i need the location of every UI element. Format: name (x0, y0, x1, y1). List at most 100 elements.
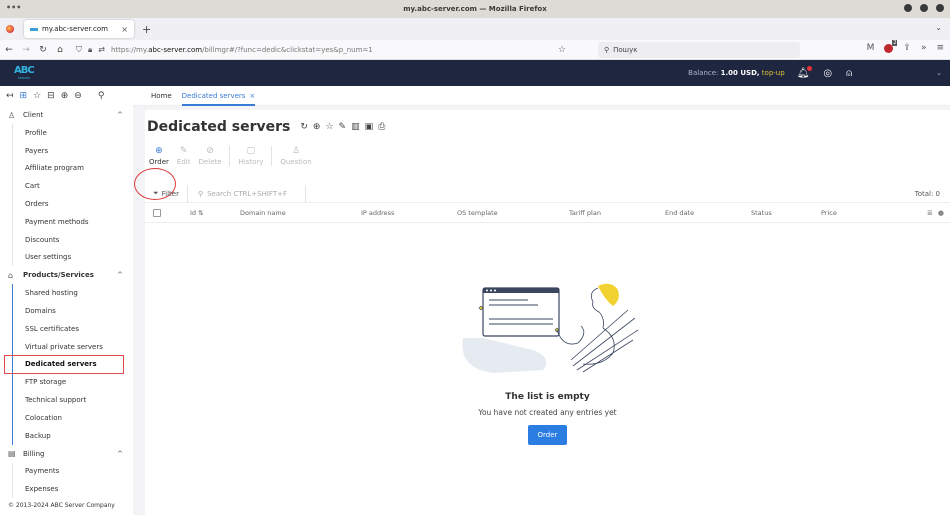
order-button[interactable]: ⊕ Order (145, 146, 173, 166)
tab-close-icon[interactable]: × (121, 25, 128, 34)
sidebar-item-payment-methods[interactable]: Payment methods (13, 213, 133, 231)
pin-icon[interactable]: ✎ (339, 122, 347, 132)
sidebar-item-shared-hosting[interactable]: Shared hosting (13, 284, 133, 302)
column-price[interactable]: Price (821, 209, 837, 217)
url-bar[interactable]: ⛉ 🔒︎ ⇄ https://my. abc-server.com/billmgr… (76, 42, 566, 58)
group-label: Products/Services (23, 271, 94, 280)
sidebar-item-cart[interactable]: Cart (13, 177, 133, 195)
filter-button[interactable]: ⏷ Filter (145, 184, 188, 203)
column-domain-name[interactable]: Domain name (240, 209, 286, 217)
columns-icon[interactable]: ▥ (351, 122, 360, 132)
briefcase-icon[interactable]: ⊟ (47, 91, 55, 101)
sidebar-search-icon[interactable]: ⚲ (98, 91, 105, 101)
collapse-all-icon[interactable]: ⊖ (74, 91, 82, 101)
table-search-input[interactable]: ⚲ Search CTRL+SHIFT+F (188, 184, 306, 203)
bell-icon[interactable]: 🔔︎ (797, 65, 813, 79)
sidebar-toolbar: ↤ ⊞ ☆ ⊟ ⊕ ⊖ ⚲ (0, 86, 133, 106)
gmail-icon[interactable]: M (867, 43, 875, 53)
search-placeholder: Search CTRL+SHIFT+F (207, 189, 288, 198)
sidebar-group-header[interactable]: ♙ Client ^ (0, 106, 133, 124)
back-icon[interactable]: ← (1, 45, 17, 55)
wallet-icon: ▤ (8, 449, 16, 459)
sidebar-item-virtual-private-servers[interactable]: Virtual private servers (13, 338, 133, 356)
close-window-button[interactable] (936, 4, 944, 12)
support-headset-icon[interactable]: ◎ (823, 68, 832, 79)
reload-icon[interactable]: ↻ (35, 45, 51, 55)
edit-button[interactable]: ✎ Edit (173, 146, 195, 166)
extension-icon[interactable] (884, 39, 898, 53)
breadcrumb-home[interactable]: Home (151, 92, 172, 100)
sidebar-item-backup[interactable]: Backup (13, 427, 133, 445)
sidebar-item-affiliate-program[interactable]: Affiliate program (13, 160, 133, 178)
header-right: Balance: 1.00 USD, top-up 🔔︎ ◎ ⍝ ⌄ (688, 60, 950, 86)
sidebar-group-client: ♙ Client ^ Profile Payers Affiliate prog… (0, 106, 133, 267)
column-end-date[interactable]: End date (665, 209, 694, 217)
chevron-up-icon[interactable]: ^ (117, 271, 123, 279)
column-settings-icon[interactable]: ≣ (927, 209, 933, 217)
tree-icon[interactable]: ⊞ (20, 91, 28, 101)
close-tab-icon[interactable]: × (249, 92, 255, 100)
browser-search-input[interactable]: ⚲ Пошук (598, 42, 800, 58)
overflow-icon[interactable]: » (921, 43, 927, 53)
question-button[interactable]: ♙ Question (276, 146, 315, 166)
hamburger-menu-icon[interactable]: ≡ (936, 43, 944, 53)
topup-link[interactable]: top-up (762, 69, 785, 77)
group-label: Client (23, 111, 44, 119)
dot-icon[interactable]: ● (938, 209, 944, 217)
sidebar-item-user-settings[interactable]: User settings (13, 249, 133, 267)
sidebar-item-dedicated-servers[interactable]: Dedicated servers (4, 354, 124, 375)
forward-icon[interactable]: → (18, 45, 34, 55)
sidebar-item-colocation[interactable]: Colocation (13, 409, 133, 427)
favorites-star-icon[interactable]: ☆ (33, 91, 41, 101)
history-button[interactable]: ▢ History (234, 146, 267, 166)
export-icon[interactable]: ▣ (365, 122, 374, 132)
minimize-button[interactable] (904, 4, 912, 12)
collapse-back-icon[interactable]: ↤ (6, 91, 14, 101)
breadcrumb-current-tab[interactable]: Dedicated servers × (181, 86, 256, 106)
print-icon[interactable]: ⎙ (378, 122, 385, 132)
new-tab-button[interactable]: + (142, 23, 151, 36)
sidebar-item-profile[interactable]: Profile (13, 124, 133, 142)
plus-circle-icon: ⊕ (155, 146, 163, 156)
sidebar-item-domains[interactable]: Domains (13, 302, 133, 320)
sidebar-item-ftp-storage[interactable]: FTP storage (13, 373, 133, 391)
share-icon[interactable]: ⇪ (903, 43, 911, 53)
user-account-icon[interactable]: ⍝ (846, 68, 852, 79)
sidebar-item-expenses[interactable]: Expenses (13, 480, 133, 498)
order-empty-button[interactable]: Order (527, 425, 568, 445)
expand-all-icon[interactable]: ⊕ (61, 91, 69, 101)
favorite-star-icon[interactable]: ☆ (325, 122, 333, 132)
column-id[interactable]: Id ⇅ (190, 209, 204, 217)
maximize-button[interactable] (920, 4, 928, 12)
sidebar: ↤ ⊞ ☆ ⊟ ⊕ ⊖ ⚲ ♙ Client ^ Profile Payers … (0, 86, 133, 515)
chevron-up-icon[interactable]: ^ (117, 450, 123, 458)
column-tariff-plan[interactable]: Tariff plan (569, 209, 601, 217)
select-all-checkbox[interactable] (153, 208, 161, 217)
column-os-template[interactable]: OS template (457, 209, 498, 217)
chevron-up-icon[interactable]: ^ (117, 111, 123, 119)
sidebar-item-orders[interactable]: Orders (13, 195, 133, 213)
home-icon[interactable]: ⌂ (52, 45, 68, 55)
window-menu[interactable]: ••• (6, 3, 21, 12)
browser-tab[interactable]: my.abc-server.com × (24, 20, 134, 38)
url-path: /billmgr#/?func=dedic&clickstat=yes&p_nu… (202, 45, 373, 54)
sidebar-item-discounts[interactable]: Discounts (13, 231, 133, 249)
empty-title: The list is empty (505, 392, 590, 402)
sidebar-group-header[interactable]: ▤ Billing ^ (0, 445, 133, 463)
sidebar-item-ssl-certificates[interactable]: SSL certificates (13, 320, 133, 338)
column-ip-address[interactable]: IP address (361, 209, 394, 217)
logo[interactable]: ABC SERVER (14, 66, 35, 81)
refresh-icon[interactable]: ↻ (300, 122, 308, 132)
header-chevron-down-icon[interactable]: ⌄ (936, 69, 942, 77)
sidebar-group-header[interactable]: ⌂ Products/Services ^ (0, 266, 133, 284)
sidebar-item-payers[interactable]: Payers (13, 142, 133, 160)
favicon-icon (30, 27, 38, 31)
search-placeholder: Пошук (613, 46, 638, 54)
sidebar-item-technical-support[interactable]: Technical support (13, 391, 133, 409)
sidebar-item-payments[interactable]: Payments (13, 463, 133, 481)
tab-list-chevron-icon[interactable]: ⌄ (935, 23, 942, 32)
bookmark-star-icon[interactable]: ☆ (558, 45, 566, 55)
column-status[interactable]: Status (751, 209, 772, 217)
delete-button[interactable]: ⊘ Delete (194, 146, 225, 166)
globe-icon[interactable]: ⊕ (313, 122, 321, 132)
